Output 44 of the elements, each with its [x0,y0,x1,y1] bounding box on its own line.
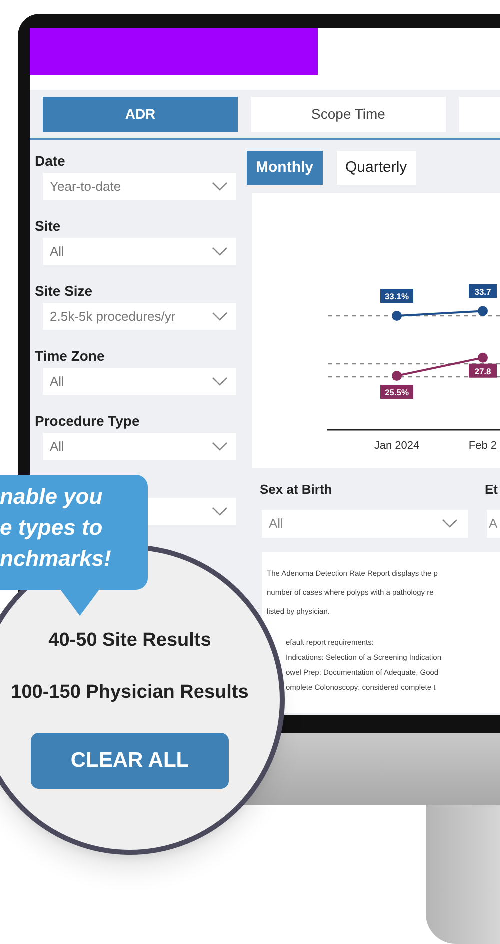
data-label: 25.5% [384,388,410,398]
data-point [478,306,488,316]
data-point [392,311,402,321]
chevron-down-icon [212,312,228,321]
data-label: 25.5% [380,385,414,400]
filter-dropdown[interactable]: All [43,368,236,395]
x-axis-label: Jan 2024 [374,440,420,452]
filter-label: Date [35,153,66,169]
filter-label: Site [35,218,61,234]
clear-all-button[interactable]: CLEAR ALL [31,733,229,789]
results-count: 100-150 Physician Results [11,681,249,705]
chevron-down-icon [212,247,228,256]
chevron-down-icon [212,377,228,386]
report-tab[interactable]: ADR [43,96,238,132]
filter-dropdown[interactable]: Year-to-date [43,173,236,200]
filter-label: Et [485,481,499,499]
chevron-down-icon [212,507,228,516]
data-label: 27.8 [469,364,497,378]
results-count: 40-50 Site Results [48,629,212,653]
chevron-down-icon [212,442,228,451]
data-label: 33.7 [469,284,497,298]
chevron-down-icon [212,182,228,191]
callout-text: nable you e types to nchmarks! [0,483,112,573]
filter-label: Procedure Type [35,413,140,429]
period-toggle[interactable]: Quarterly [336,151,416,185]
filter-dropdown[interactable]: All [262,510,468,538]
chevron-down-icon [442,519,458,528]
filter-dropdown[interactable]: 2.5k-5k procedures/yr [43,303,236,330]
data-label: 27.8 [474,366,492,376]
data-label: 33.7 [474,286,492,297]
filter-dropdown[interactable]: All [43,238,236,265]
x-axis-label: Feb 2 [468,440,498,452]
period-toggle[interactable]: Monthly [247,151,322,185]
filter-dropdown[interactable]: All [43,433,236,460]
report-tab[interactable]: Scope Time [251,96,446,132]
filter-label: Site Size [35,283,93,299]
data-point [478,352,488,363]
filter-dropdown[interactable]: A [487,510,500,538]
filter-dropdown[interactable] [148,498,236,525]
data-point [392,371,402,382]
filter-label: Sex at Birth [260,481,334,499]
data-label: 33.1% [380,289,414,303]
data-label: 33.1% [384,292,410,302]
filter-label: Time Zone [35,348,105,364]
